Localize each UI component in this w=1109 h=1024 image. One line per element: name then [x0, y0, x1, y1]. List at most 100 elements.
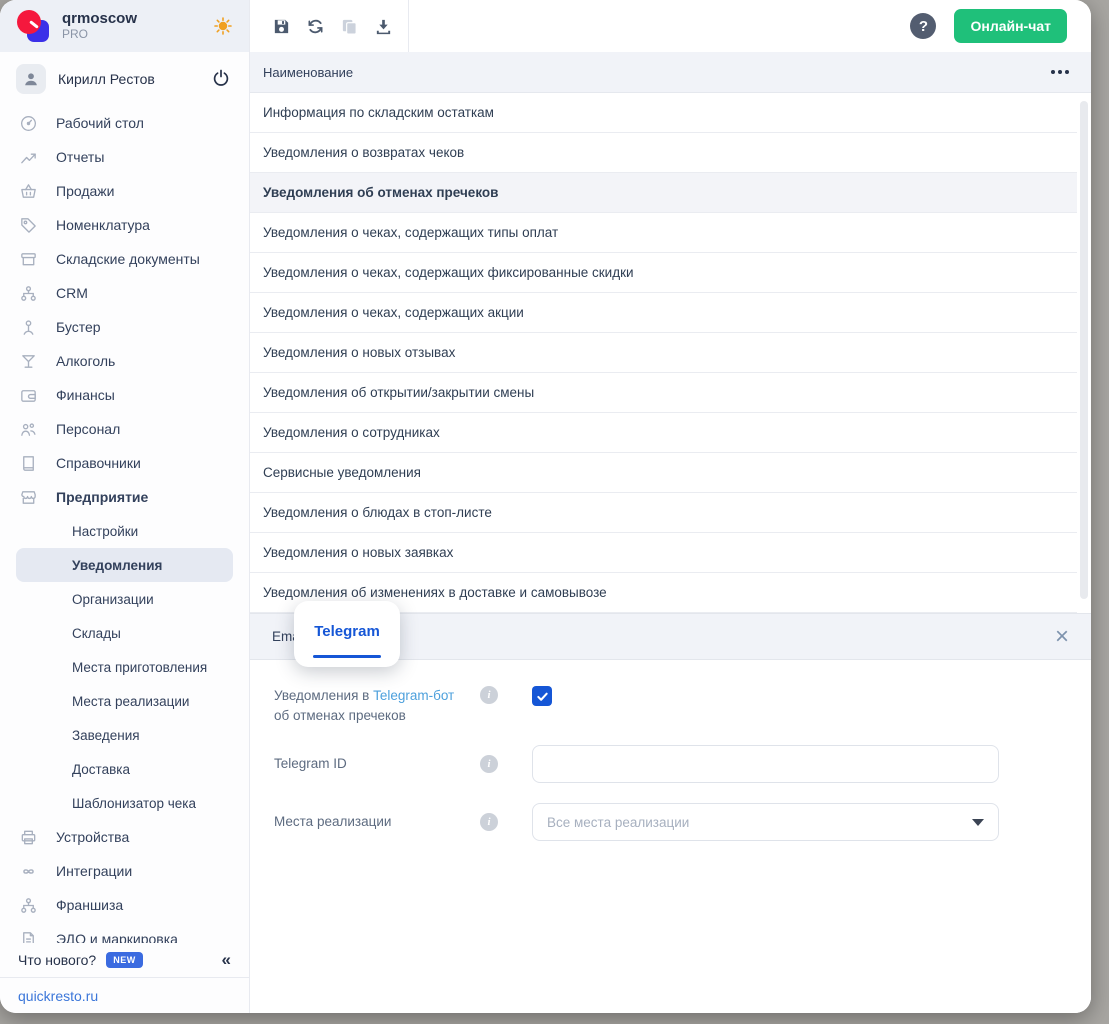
- dashboard-icon: [18, 113, 38, 133]
- sidebar-item-label: Персонал: [56, 421, 121, 437]
- sidebar-item-staff[interactable]: Персонал: [0, 412, 249, 446]
- save-icon[interactable]: [264, 9, 298, 43]
- user-name: Кирилл Рестов: [58, 71, 155, 87]
- table-row[interactable]: Уведомления об открытии/закрытии смены: [250, 373, 1077, 413]
- row-label: Уведомления о чеках, содержащих типы опл…: [263, 225, 559, 240]
- row-label: Уведомления о новых отзывах: [263, 345, 456, 360]
- sidebar-item-devices[interactable]: Устройства: [0, 820, 249, 854]
- infinity-icon: [18, 861, 38, 881]
- account-title: qrmoscow: [62, 10, 138, 28]
- sidebar-item-franchise[interactable]: Франшиза: [0, 888, 249, 922]
- tab-telegram[interactable]: Telegram: [294, 601, 400, 667]
- telegram-id-input[interactable]: [532, 745, 999, 784]
- sidebar-subitem-venues[interactable]: Заведения: [16, 718, 233, 752]
- telegram-id-label: Telegram ID: [274, 756, 347, 772]
- sidebar-item-edo[interactable]: ЭДО и маркировка: [0, 922, 249, 943]
- new-badge: NEW: [106, 952, 143, 968]
- sidebar-subitem-cooking-places[interactable]: Места приготовления: [16, 650, 233, 684]
- help-icon[interactable]: ?: [910, 13, 937, 39]
- subitem-label: Доставка: [72, 761, 130, 777]
- notify-label: Уведомления в Telegram-бот об отменах пр…: [274, 686, 480, 725]
- sidebar-item-dashboard[interactable]: Рабочий стол: [0, 106, 249, 140]
- info-icon[interactable]: i: [480, 686, 498, 704]
- row-label: Уведомления об изменениях в доставке и с…: [263, 585, 607, 600]
- sidebar-item-label: Предприятие: [56, 489, 149, 505]
- app-window: qrmoscow PRO Кирилл Рестов Рабочий стол …: [0, 0, 1091, 1013]
- sidebar-subitem-delivery[interactable]: Доставка: [16, 752, 233, 786]
- table-header: Наименование: [250, 52, 1091, 93]
- table-row[interactable]: Уведомления о чеках, содержащих фиксиров…: [250, 253, 1077, 293]
- row-label: Уведомления о чеках, содержащих фиксиров…: [263, 265, 634, 280]
- table-row[interactable]: Уведомления о новых заявках: [250, 533, 1077, 573]
- row-label: Уведомления об открытии/закрытии смены: [263, 385, 535, 400]
- notification-table: Информация по складским остаткам Уведомл…: [250, 93, 1091, 613]
- table-row[interactable]: Уведомления о возвратах чеков: [250, 133, 1077, 173]
- sidebar-item-label: Интеграции: [56, 863, 133, 879]
- online-chat-button[interactable]: Онлайн-чат: [954, 9, 1067, 43]
- notify-checkbox[interactable]: [532, 686, 552, 706]
- row-label: Информация по складским остаткам: [263, 105, 494, 120]
- site-link[interactable]: quickresto.ru: [18, 988, 98, 1004]
- chevron-down-icon: [972, 818, 984, 826]
- document-icon: [18, 929, 38, 943]
- sidebar-subitem-settings[interactable]: Настройки: [16, 514, 233, 548]
- table-row[interactable]: Уведомления о чеках, содержащих акции: [250, 293, 1077, 333]
- row-label: Уведомления об отменах пречеков: [263, 185, 499, 200]
- theme-brightness-icon[interactable]: [213, 16, 233, 36]
- sidebar-subitem-notifications[interactable]: Уведомления: [16, 548, 233, 582]
- form-row-notify: Уведомления в Telegram-бот об отменах пр…: [274, 686, 1067, 725]
- table-row-selected[interactable]: Уведомления об отменах пречеков: [250, 173, 1077, 213]
- sidebar-item-booster[interactable]: Бустер: [0, 310, 249, 344]
- sidebar-item-nomenclature[interactable]: Номенклатура: [0, 208, 249, 242]
- subitem-label: Настройки: [72, 523, 139, 539]
- sidebar-item-sales[interactable]: Продажи: [0, 174, 249, 208]
- telegram-bot-link[interactable]: Telegram-бот: [373, 688, 454, 703]
- logout-power-icon[interactable]: [211, 68, 233, 90]
- sidebar-item-directories[interactable]: Справочники: [0, 446, 249, 480]
- download-icon[interactable]: [366, 9, 400, 43]
- sidebar-subitem-organizations[interactable]: Организации: [16, 582, 233, 616]
- table-row[interactable]: Уведомления о новых отзывах: [250, 333, 1077, 373]
- close-panel-icon[interactable]: ×: [1055, 624, 1069, 649]
- sidebar-item-integrations[interactable]: Интеграции: [0, 854, 249, 888]
- row-label: Уведомления о чеках, содержащих акции: [263, 305, 524, 320]
- quickresto-logo-icon: [16, 9, 50, 43]
- org-chart-icon: [18, 283, 38, 303]
- info-icon[interactable]: i: [480, 813, 498, 832]
- row-label: Уведомления о блюдах в стоп-листе: [263, 505, 492, 520]
- main-area: ? Онлайн-чат Наименование Информация по …: [250, 0, 1091, 1013]
- booster-icon: [18, 317, 38, 337]
- more-options-icon[interactable]: [1051, 70, 1069, 74]
- collapse-sidebar-icon[interactable]: «: [222, 950, 231, 970]
- sidebar-item-enterprise[interactable]: Предприятие: [0, 480, 249, 514]
- sidebar-subitem-warehouses[interactable]: Склады: [16, 616, 233, 650]
- info-icon[interactable]: i: [480, 755, 498, 774]
- panel-tabbar: Email Telegram ×: [250, 601, 1091, 667]
- sidebar-item-crm[interactable]: CRM: [0, 276, 249, 310]
- sidebar-item-warehouse-docs[interactable]: Складские документы: [0, 242, 249, 276]
- sidebar-subitem-sales-places[interactable]: Места реализации: [16, 684, 233, 718]
- table-row[interactable]: Уведомления о сотрудниках: [250, 413, 1077, 453]
- sidebar-item-label: ЭДО и маркировка: [56, 931, 178, 943]
- sidebar-subitem-receipt-template[interactable]: Шаблонизатор чека: [16, 786, 233, 820]
- table-row[interactable]: Сервисные уведомления: [250, 453, 1077, 493]
- sidebar-item-reports[interactable]: Отчеты: [0, 140, 249, 174]
- whats-new-link[interactable]: Что нового?: [18, 952, 96, 968]
- sidebar-item-label: Устройства: [56, 829, 130, 845]
- table-row[interactable]: Информация по складским остаткам: [250, 93, 1077, 133]
- panel-body: Уведомления в Telegram-бот об отменах пр…: [250, 660, 1091, 1013]
- places-select[interactable]: Все места реализации: [532, 803, 999, 842]
- table-row[interactable]: Уведомления о блюдах в стоп-листе: [250, 493, 1077, 533]
- subitem-label: Склады: [72, 625, 121, 641]
- tab-telegram-label: Telegram: [314, 622, 380, 640]
- subitem-label: Заведения: [72, 727, 140, 743]
- whats-new-row: Что нового? NEW «: [0, 943, 249, 977]
- sidebar-item-finance[interactable]: Финансы: [0, 378, 249, 412]
- printer-icon: [18, 827, 38, 847]
- sales-basket-icon: [18, 181, 38, 201]
- table-scrollbar[interactable]: [1080, 101, 1088, 599]
- refresh-icon[interactable]: [298, 9, 332, 43]
- table-row[interactable]: Уведомления о чеках, содержащих типы опл…: [250, 213, 1077, 253]
- sidebar-item-alcohol[interactable]: Алкоголь: [0, 344, 249, 378]
- active-tab-underline: [313, 654, 381, 658]
